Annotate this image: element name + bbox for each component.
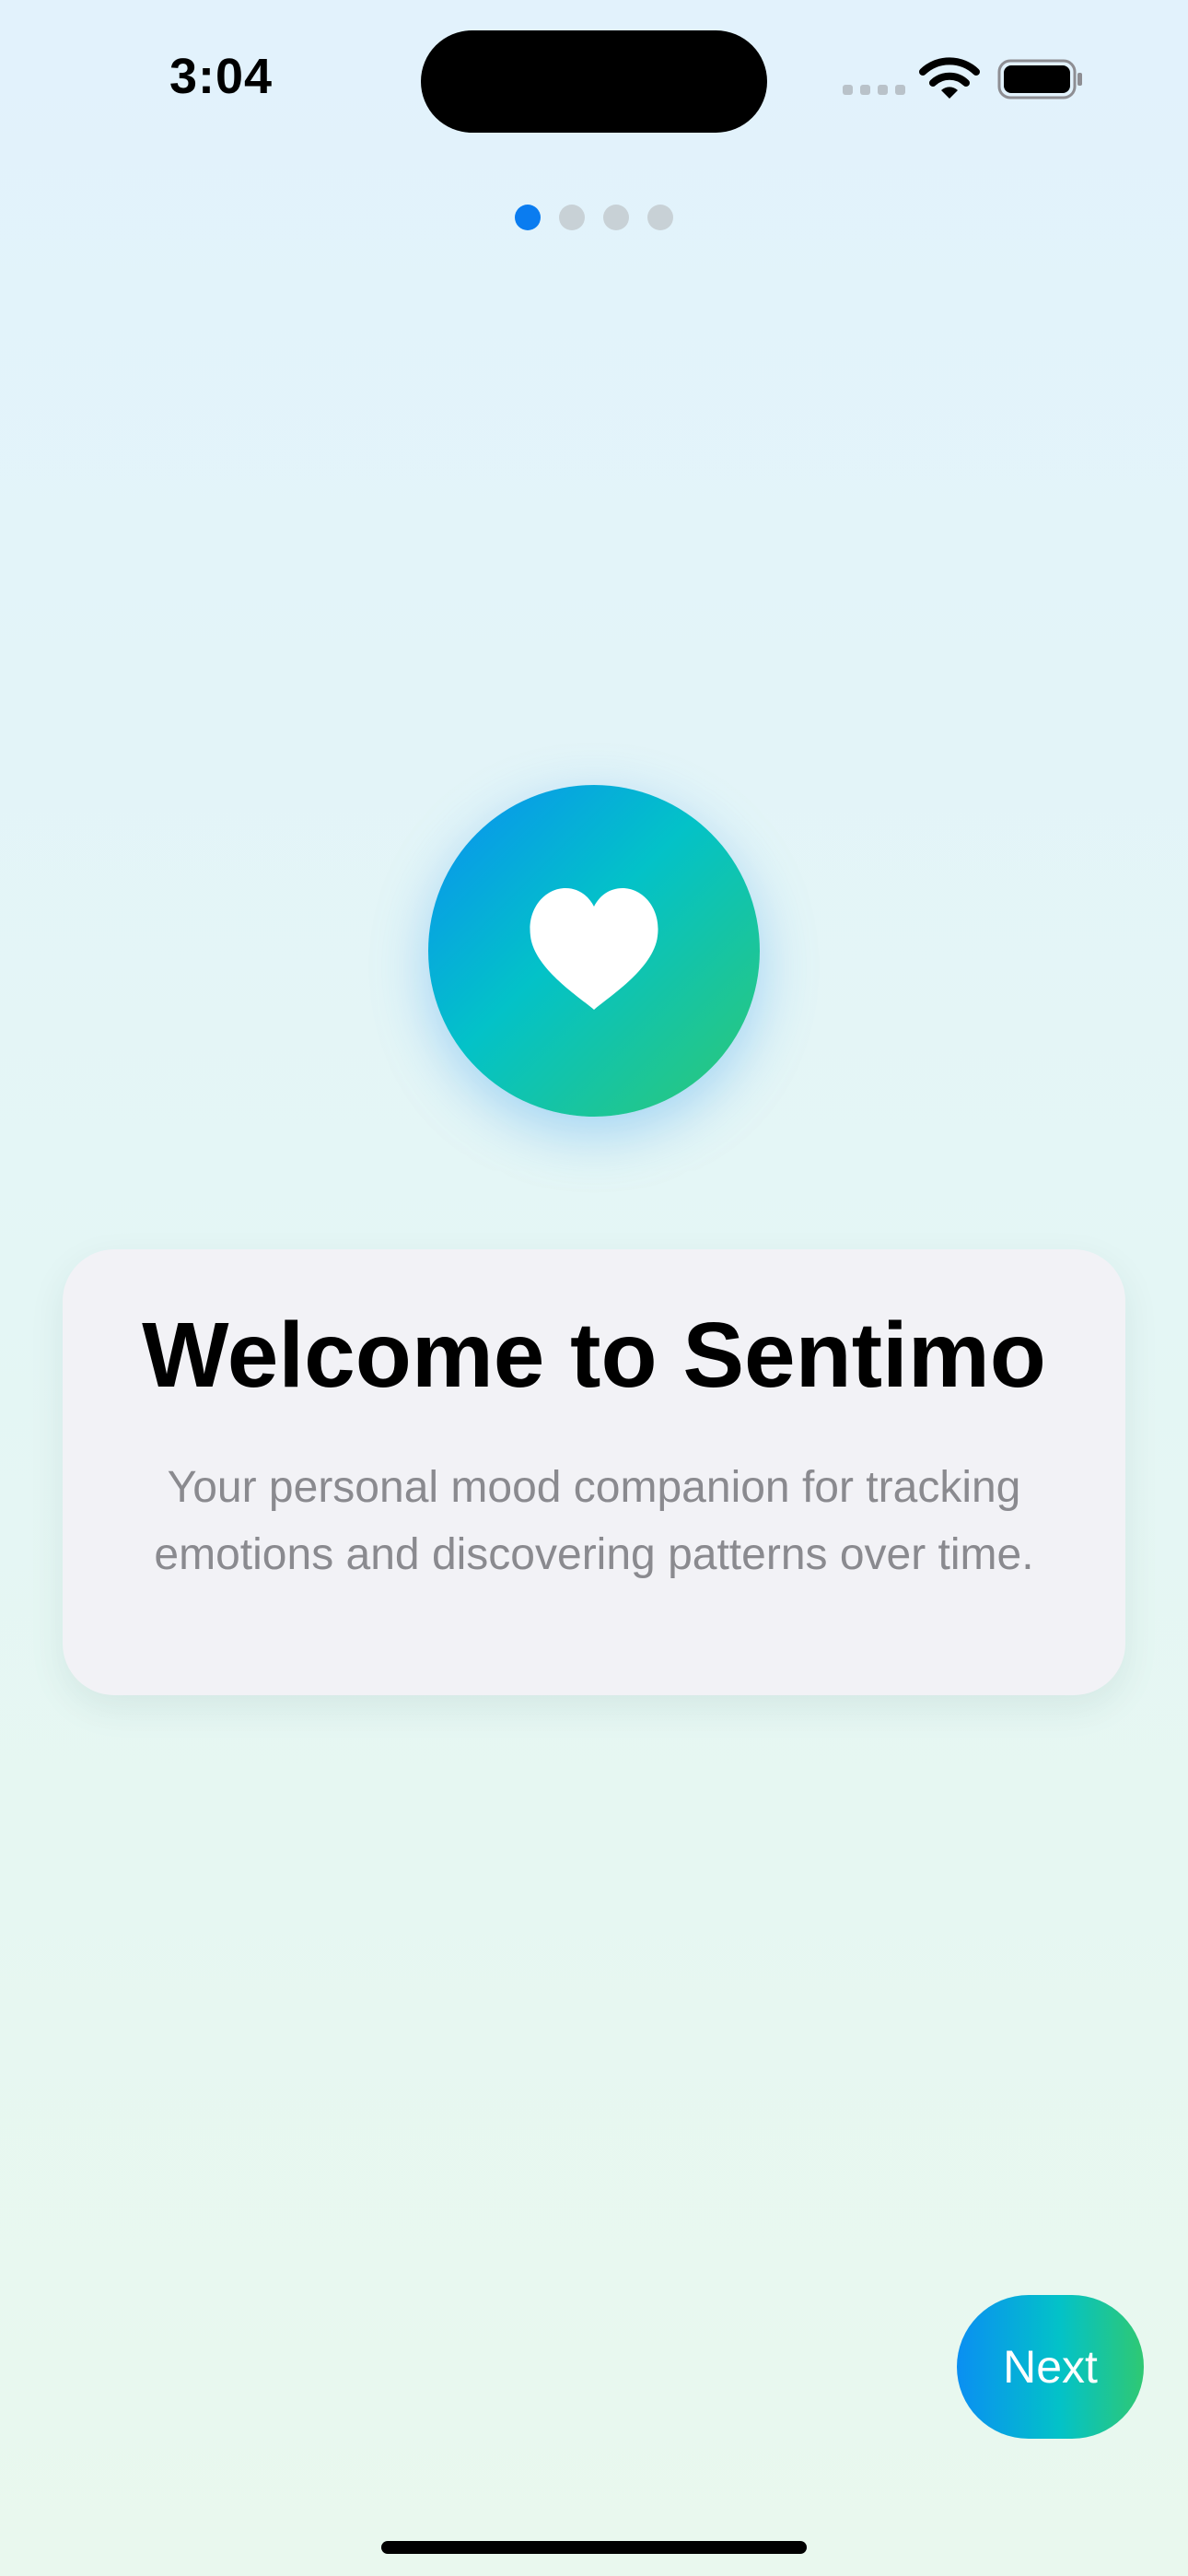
status-time: 3:04	[169, 49, 274, 104]
next-button[interactable]: Next	[957, 2295, 1144, 2439]
dynamic-island	[421, 30, 767, 133]
welcome-description: Your personal mood companion for trackin…	[154, 1463, 1034, 1579]
battery-icon	[997, 59, 1082, 100]
wifi-icon	[919, 57, 980, 99]
page-indicator[interactable]	[0, 205, 1188, 230]
welcome-card: Welcome to Sentimo Your personal mood co…	[63, 1249, 1125, 1695]
heart-icon	[530, 888, 658, 1010]
app-logo-circle	[428, 785, 760, 1117]
page-dot[interactable]	[603, 205, 629, 230]
page-dot[interactable]	[559, 205, 585, 230]
page-dot-active[interactable]	[515, 205, 541, 230]
status-bar: 3:04	[0, 0, 1188, 157]
cellular-signal-icon	[843, 85, 905, 98]
page-dot[interactable]	[647, 205, 673, 230]
home-indicator[interactable]	[381, 2541, 807, 2554]
welcome-title: Welcome to Sentimo	[142, 1304, 1046, 1407]
